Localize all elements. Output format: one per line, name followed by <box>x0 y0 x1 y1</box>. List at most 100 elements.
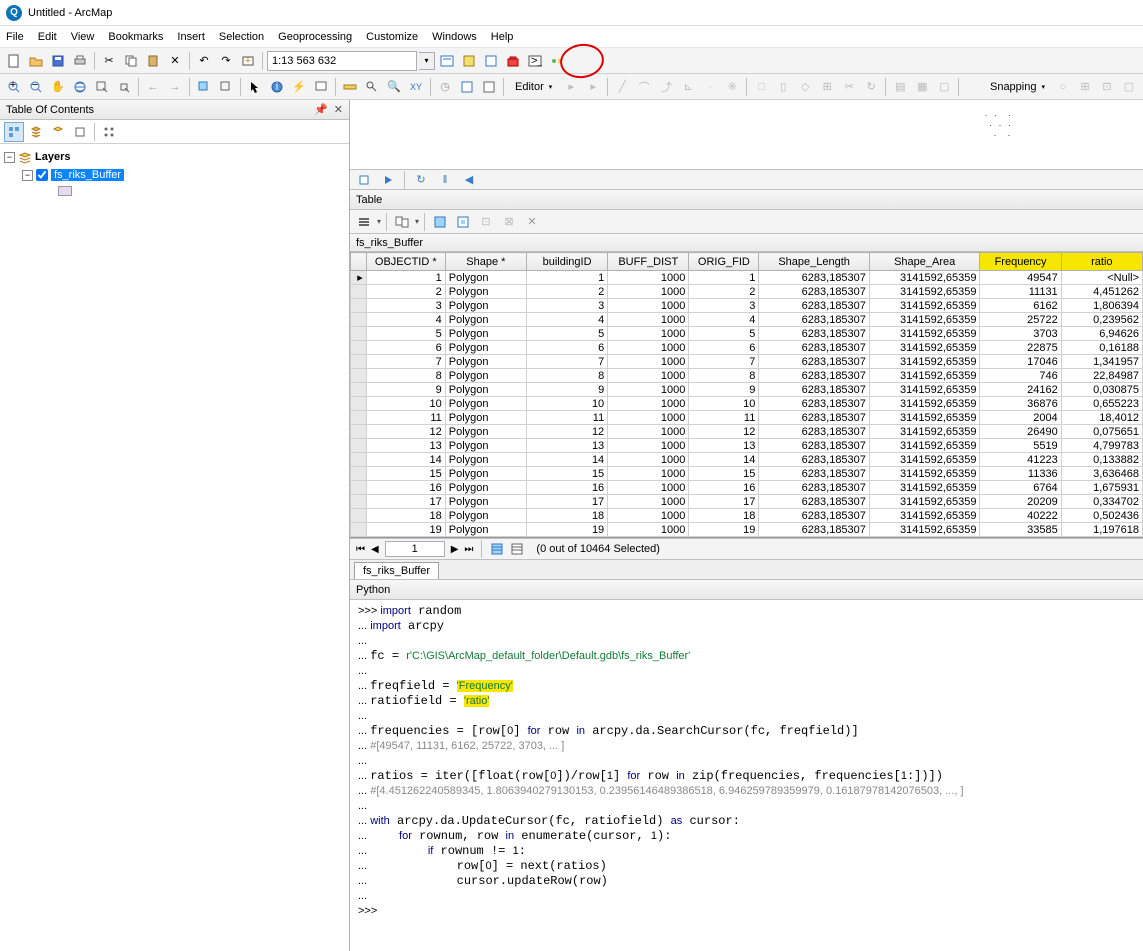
table-cell[interactable]: 6283,185307 <box>759 299 870 313</box>
table-cell[interactable]: 1,675931 <box>1061 481 1142 495</box>
menu-edit[interactable]: Edit <box>38 31 57 43</box>
toolbar-icon-1[interactable] <box>459 51 479 71</box>
table-cell[interactable]: Polygon <box>445 481 526 495</box>
table-cell[interactable]: 3141592,65359 <box>869 341 980 355</box>
table-cell[interactable]: 13 <box>366 439 445 453</box>
table-cell[interactable]: 2 <box>689 285 759 299</box>
table-cell[interactable]: 6283,185307 <box>759 495 870 509</box>
col-header[interactable]: Shape_Length <box>759 253 870 271</box>
table-cell[interactable]: 15 <box>526 467 607 481</box>
table-cell[interactable]: 6 <box>526 341 607 355</box>
table-cell[interactable]: 0,239562 <box>1061 313 1142 327</box>
row-selector[interactable] <box>351 299 367 313</box>
row-selector[interactable] <box>351 397 367 411</box>
print-icon[interactable] <box>70 51 90 71</box>
table-cell[interactable]: 8 <box>366 369 445 383</box>
table-cell[interactable]: 1000 <box>608 467 689 481</box>
model-builder-icon[interactable] <box>547 51 567 71</box>
table-cell[interactable]: 0,502436 <box>1061 509 1142 523</box>
table-cell[interactable]: 49547 <box>980 271 1061 285</box>
table-cell[interactable]: 10 <box>689 397 759 411</box>
table-cell[interactable]: 8 <box>526 369 607 383</box>
table-cell[interactable]: 3 <box>689 299 759 313</box>
cut-poly-icon[interactable]: ✂ <box>839 77 859 97</box>
layer-checkbox[interactable] <box>36 169 48 181</box>
row-selector[interactable] <box>351 285 367 299</box>
list-by-source-icon[interactable] <box>26 122 46 142</box>
table-row[interactable]: 14Polygon141000146283,1853073141592,6535… <box>351 453 1143 467</box>
table-cell[interactable]: 18 <box>526 509 607 523</box>
edit-annotation-icon[interactable]: ▸ <box>583 77 603 97</box>
delete-icon[interactable]: ✕ <box>165 51 185 71</box>
table-cell[interactable]: 1000 <box>608 383 689 397</box>
table-cell[interactable]: 6764 <box>980 481 1061 495</box>
table-cell[interactable]: 1000 <box>608 411 689 425</box>
table-cell[interactable]: 11336 <box>980 467 1061 481</box>
table-cell[interactable]: Polygon <box>445 425 526 439</box>
table-cell[interactable]: 19 <box>526 523 607 537</box>
edit-vertices-icon[interactable]: ◇ <box>795 77 815 97</box>
table-cell[interactable]: 18 <box>689 509 759 523</box>
table-cell[interactable]: 1,197618 <box>1061 523 1142 537</box>
table-cell[interactable]: 3141592,65359 <box>869 355 980 369</box>
row-selector[interactable] <box>351 453 367 467</box>
table-cell[interactable]: 5 <box>526 327 607 341</box>
table-cell[interactable]: 6283,185307 <box>759 467 870 481</box>
layer-name[interactable]: fs_riks_Buffer <box>51 169 124 181</box>
clear-selection-icon[interactable] <box>216 77 236 97</box>
table-cell[interactable]: Polygon <box>445 439 526 453</box>
copy-icon[interactable] <box>121 51 141 71</box>
nav-last-icon[interactable]: ⏭ <box>464 544 473 555</box>
table-cell[interactable]: 1,341957 <box>1061 355 1142 369</box>
zoom-selected-icon[interactable]: ⊡ <box>476 212 496 232</box>
snap-end-icon[interactable]: ⊞ <box>1075 77 1095 97</box>
table-cell[interactable]: 1,806394 <box>1061 299 1142 313</box>
table-cell[interactable]: Polygon <box>445 369 526 383</box>
table-cell[interactable]: 3141592,65359 <box>869 327 980 341</box>
table-cell[interactable]: Polygon <box>445 313 526 327</box>
table-cell[interactable]: 3141592,65359 <box>869 299 980 313</box>
table-cell[interactable]: 11 <box>689 411 759 425</box>
table-cell[interactable]: 4 <box>526 313 607 327</box>
row-selector[interactable] <box>351 467 367 481</box>
record-number-input[interactable] <box>385 541 445 557</box>
table-cell[interactable]: Polygon <box>445 341 526 355</box>
goto-xy-icon[interactable]: XY <box>406 77 426 97</box>
table-cell[interactable]: 7 <box>689 355 759 369</box>
table-cell[interactable]: Polygon <box>445 453 526 467</box>
table-cell[interactable]: 1000 <box>608 495 689 509</box>
table-cell[interactable]: Polygon <box>445 299 526 313</box>
row-selector[interactable] <box>351 495 367 509</box>
table-cell[interactable]: 0,030875 <box>1061 383 1142 397</box>
sketch-properties-icon[interactable]: ▦ <box>912 77 932 97</box>
table-cell[interactable]: 6283,185307 <box>759 341 870 355</box>
delete-selected-icon[interactable]: ✕ <box>522 212 542 232</box>
table-cell[interactable]: <Null> <box>1061 271 1142 285</box>
table-cell[interactable]: 1000 <box>608 285 689 299</box>
table-row[interactable]: 8Polygon8100086283,1853073141592,6535974… <box>351 369 1143 383</box>
menu-windows[interactable]: Windows <box>432 31 477 43</box>
table-cell[interactable]: 6 <box>689 341 759 355</box>
table-cell[interactable]: 6283,185307 <box>759 509 870 523</box>
table-cell[interactable]: 3141592,65359 <box>869 369 980 383</box>
close-icon[interactable]: ✕ <box>334 103 343 116</box>
col-header[interactable]: ORIG_FID <box>689 253 759 271</box>
table-cell[interactable]: 1000 <box>608 355 689 369</box>
open-icon[interactable] <box>26 51 46 71</box>
table-cell[interactable]: 3141592,65359 <box>869 425 980 439</box>
trace-icon[interactable]: ⤴ <box>656 77 676 97</box>
table-cell[interactable]: 17 <box>689 495 759 509</box>
table-cell[interactable]: 0,334702 <box>1061 495 1142 509</box>
create-features-icon[interactable]: ▢ <box>934 77 954 97</box>
row-selector[interactable]: ▸ <box>351 271 367 285</box>
table-cell[interactable]: 9 <box>689 383 759 397</box>
play-icon[interactable] <box>378 170 398 190</box>
python-window-icon[interactable]: >_ <box>525 51 545 71</box>
col-header[interactable]: Shape * <box>445 253 526 271</box>
tree-layer-row[interactable]: − fs_riks_Buffer <box>4 166 345 184</box>
table-cell[interactable]: 11 <box>526 411 607 425</box>
fixed-zoom-out-icon[interactable] <box>114 77 134 97</box>
table-tab[interactable]: fs_riks_Buffer <box>354 562 439 579</box>
add-data-icon[interactable]: + <box>238 51 258 71</box>
table-cell[interactable]: 6283,185307 <box>759 481 870 495</box>
